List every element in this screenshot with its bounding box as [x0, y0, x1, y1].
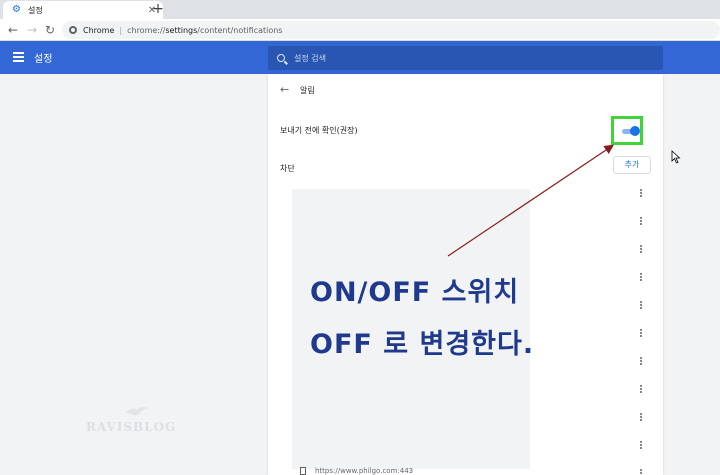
- more-actions-icon[interactable]: [638, 245, 644, 255]
- mouse-cursor-icon: [671, 150, 681, 164]
- tab-strip: ⚙ 설정 ✕ +: [0, 0, 720, 19]
- more-actions-icon[interactable]: [638, 189, 644, 199]
- annotation-line-2: OFF 로 변경한다.: [310, 329, 535, 360]
- subpage-title: 알림: [300, 86, 315, 95]
- block-label: 차단: [280, 164, 295, 173]
- address-bar[interactable]: Chrome | chrome://settings/content/notif…: [62, 21, 720, 39]
- site-label: Chrome: [83, 25, 115, 35]
- settings-tab[interactable]: ⚙ 설정 ✕: [3, 1, 163, 19]
- reload-button[interactable]: ↻: [43, 22, 57, 38]
- page-icon: [300, 467, 306, 475]
- toggle-highlight-box: [611, 116, 643, 145]
- gear-icon: ⚙: [12, 4, 21, 15]
- more-actions-icon[interactable]: [638, 273, 644, 283]
- forward-button[interactable]: →: [25, 22, 39, 38]
- search-placeholder: 설정 검색: [294, 53, 326, 63]
- url-text: chrome://settings/content/notifications: [127, 26, 282, 35]
- site-list-item[interactable]: https://www.philgo.com:443: [300, 467, 413, 475]
- more-actions-icon[interactable]: [638, 329, 644, 339]
- ask-before-sending-label: 보내기 전에 확인(권장): [280, 126, 358, 135]
- url-path-bold: settings: [165, 25, 198, 35]
- tab-title: 설정: [28, 5, 43, 15]
- bird-logo-icon: [126, 406, 148, 416]
- more-actions-icon[interactable]: [638, 441, 644, 451]
- url-separator: |: [119, 25, 123, 35]
- more-actions-icon[interactable]: [638, 385, 644, 395]
- add-button[interactable]: 추가: [613, 156, 651, 174]
- more-actions-icon[interactable]: [638, 217, 644, 227]
- search-icon: [277, 54, 285, 62]
- search-input[interactable]: 설정 검색: [268, 46, 663, 70]
- more-actions-icon[interactable]: [638, 413, 644, 423]
- menu-icon[interactable]: [13, 52, 24, 62]
- watermark: RAVISBLOG: [86, 420, 177, 434]
- chrome-icon: [69, 26, 77, 34]
- back-arrow-icon[interactable]: ←: [280, 83, 289, 96]
- site-url: https://www.philgo.com:443: [315, 467, 414, 475]
- more-actions-icon[interactable]: [638, 301, 644, 311]
- page-title: 설정: [34, 54, 53, 65]
- new-tab-button[interactable]: +: [151, 1, 165, 17]
- settings-header: 설정 설정 검색: [0, 41, 720, 74]
- url-host: chrome://: [127, 25, 166, 35]
- more-actions-icon[interactable]: [638, 357, 644, 367]
- more-actions-icon[interactable]: [638, 469, 644, 475]
- annotation-line-1: ON/OFF 스위치: [310, 277, 520, 308]
- back-button[interactable]: ←: [6, 22, 20, 38]
- url-rest: /content/notifications: [197, 25, 283, 35]
- browser-toolbar: ← → ↻ Chrome | chrome://settings/content…: [0, 19, 720, 41]
- ask-toggle[interactable]: [630, 126, 640, 136]
